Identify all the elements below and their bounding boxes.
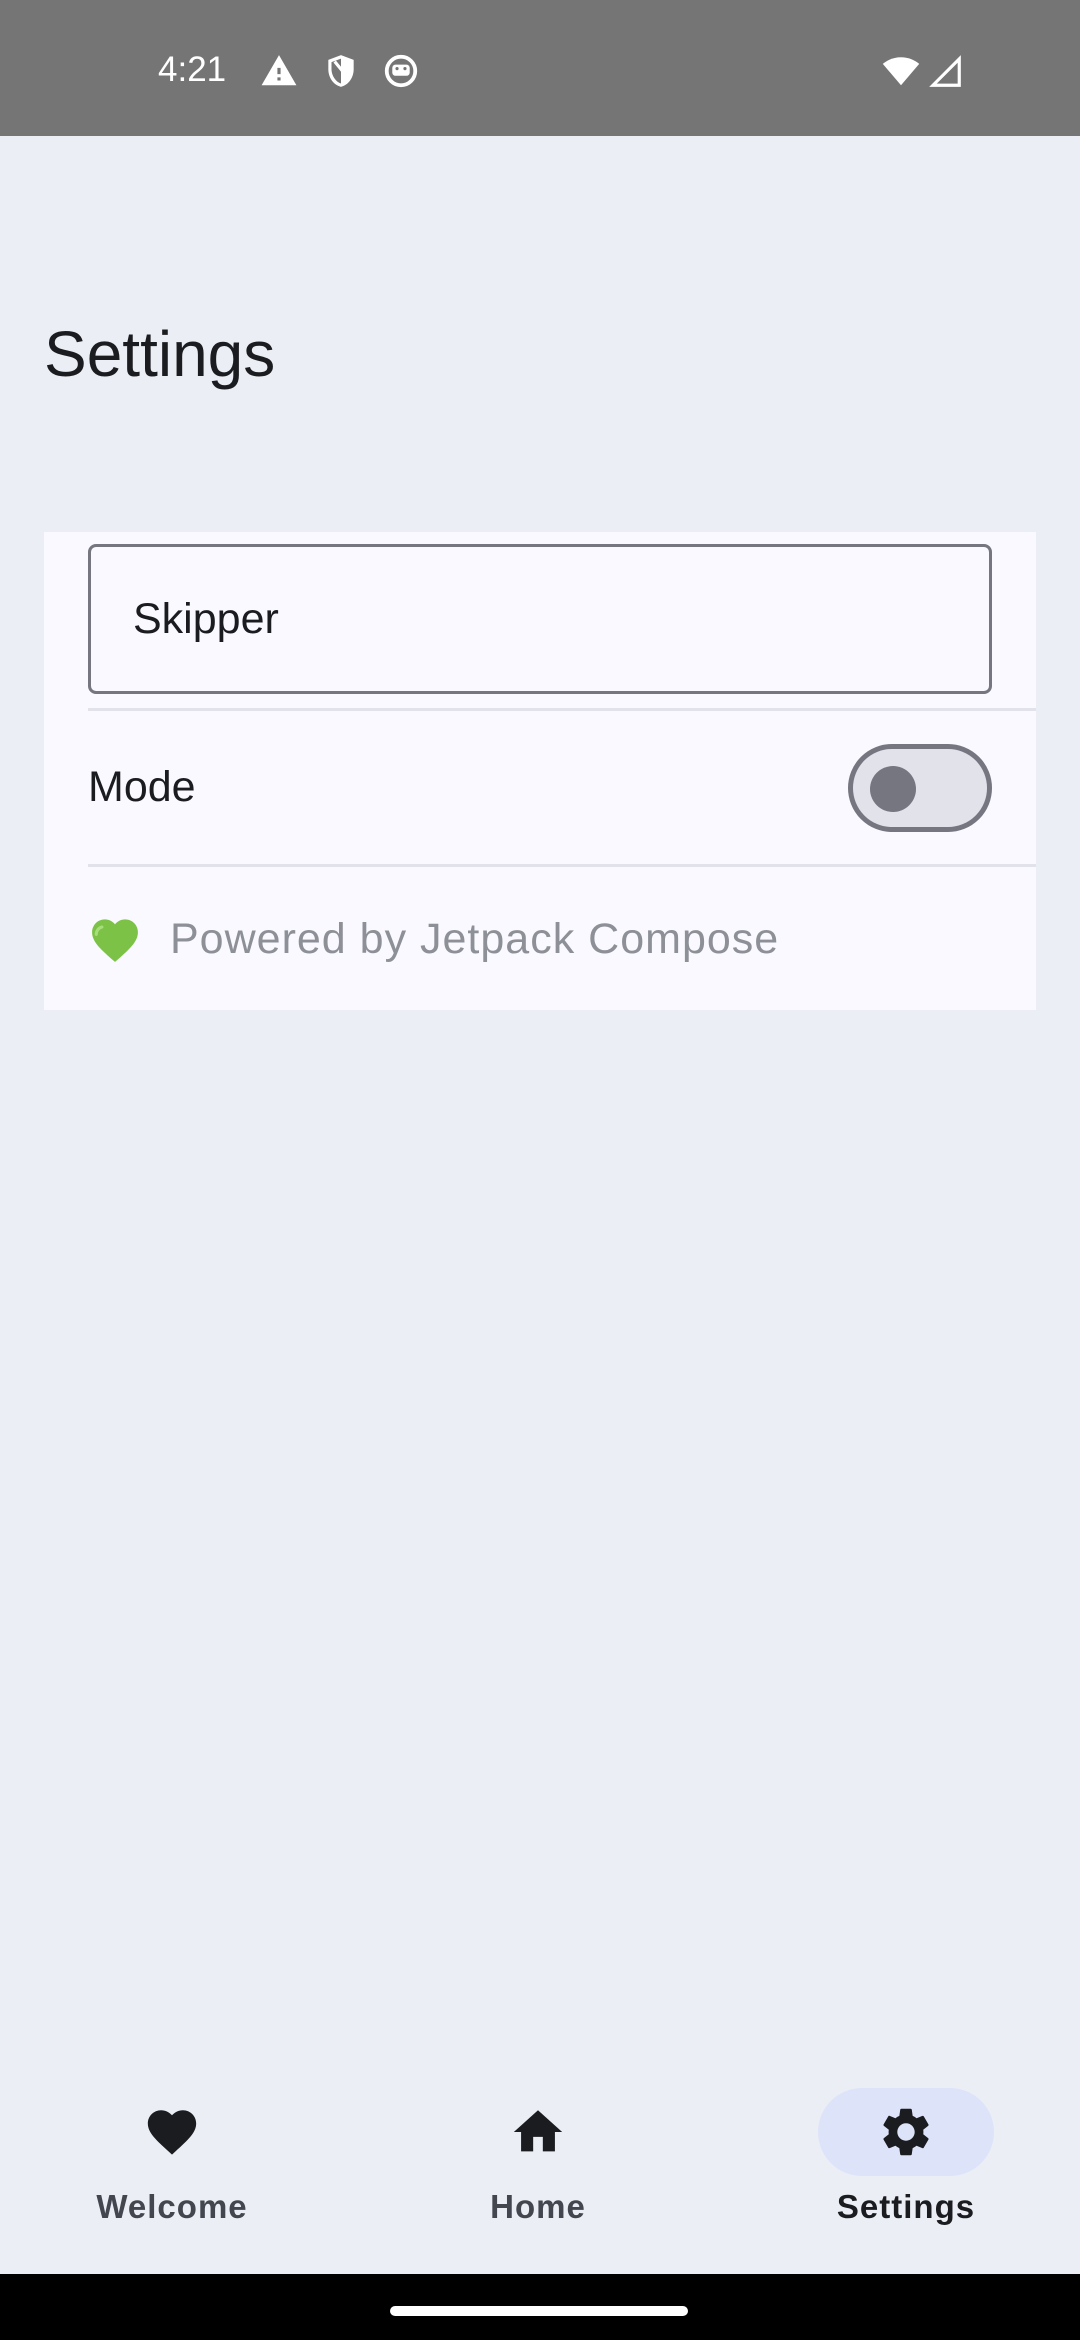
mode-label: Mode <box>88 763 196 811</box>
green-heart-icon <box>88 915 142 963</box>
wifi-icon <box>880 52 922 90</box>
face-icon <box>382 52 420 90</box>
name-field[interactable] <box>88 544 992 694</box>
gesture-handle[interactable] <box>390 2306 688 2316</box>
divider <box>88 864 1036 867</box>
name-input[interactable] <box>133 547 953 691</box>
divider <box>88 708 1036 711</box>
nav-label: Welcome <box>96 2188 248 2225</box>
toggle-thumb <box>870 766 916 812</box>
status-bar: 4:21 <box>0 0 1080 136</box>
page-title: Settings <box>44 318 276 390</box>
nav-label: Home <box>490 2188 586 2225</box>
nav-item-welcome[interactable]: Welcome <box>24 2084 324 2244</box>
status-time: 4:21 <box>158 50 227 89</box>
gesture-navigation-area <box>0 2274 1080 2340</box>
powered-by-text: Powered by Jetpack Compose <box>170 914 780 963</box>
signal-icon <box>926 52 964 90</box>
powered-by-row: Powered by Jetpack Compose <box>88 912 779 966</box>
nav-label: Settings <box>836 2188 976 2225</box>
shield-icon <box>322 52 360 90</box>
heart-icon <box>143 2103 201 2161</box>
warning-icon <box>260 52 298 90</box>
settings-icon <box>877 2103 935 2161</box>
home-icon <box>509 2103 567 2161</box>
nav-item-home[interactable]: Home <box>390 2084 690 2244</box>
mode-toggle[interactable] <box>848 744 992 832</box>
nav-item-settings[interactable]: Settings <box>758 2084 1058 2244</box>
